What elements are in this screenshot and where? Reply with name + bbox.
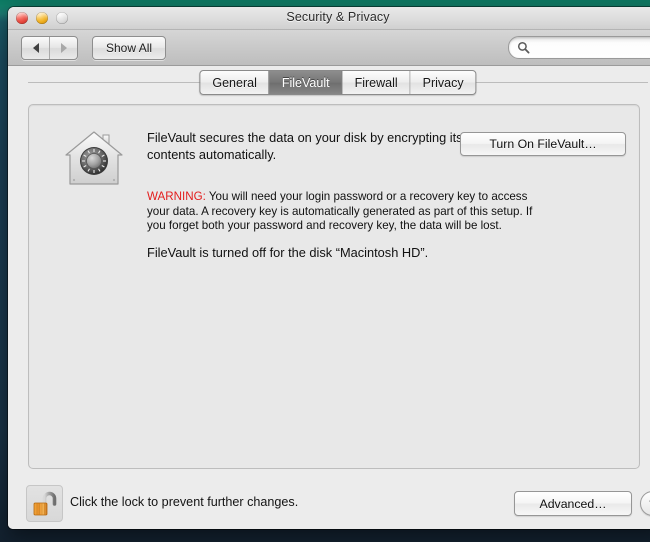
- system-preferences-window: Security & Privacy Show All General File…: [8, 7, 650, 529]
- tab-general-label: General: [212, 75, 257, 90]
- preferences-bottom-bar: Click the lock to prevent further change…: [8, 473, 650, 529]
- turn-on-filevault-button[interactable]: Turn On FileVault…: [460, 132, 626, 156]
- search-icon: [517, 41, 530, 54]
- turn-on-filevault-label: Turn On FileVault…: [489, 137, 597, 151]
- forward-arrow-icon: [60, 43, 67, 53]
- filevault-warning: WARNING: You will need your login passwo…: [147, 190, 547, 234]
- filevault-status: FileVault is turned off for the disk “Ma…: [147, 245, 429, 260]
- tab-filevault-label: FileVault: [281, 75, 330, 90]
- advanced-button[interactable]: Advanced…: [514, 491, 632, 516]
- search-field[interactable]: [508, 36, 650, 59]
- tab-general[interactable]: General: [200, 71, 268, 94]
- navigation-button-group: [21, 36, 78, 60]
- advanced-button-label: Advanced…: [539, 496, 607, 511]
- tab-firewall-label: Firewall: [354, 75, 398, 90]
- forward-button[interactable]: [49, 37, 77, 59]
- lock-button[interactable]: [26, 485, 63, 522]
- unlocked-padlock-icon: [33, 491, 56, 515]
- tab-filevault[interactable]: FileVault: [268, 71, 342, 94]
- tab-bar: General FileVault Firewall Privacy: [8, 66, 650, 99]
- filevault-description: FileVault secures the data on your disk …: [147, 130, 463, 162]
- back-button[interactable]: [22, 37, 49, 59]
- show-all-label: Show All: [106, 41, 153, 55]
- tab-group: General FileVault Firewall Privacy: [199, 70, 477, 95]
- filevault-content-panel: FileVault secures the data on your disk …: [28, 104, 640, 469]
- lock-caption: Click the lock to prevent further change…: [70, 495, 299, 509]
- warning-flag-label: WARNING:: [147, 190, 206, 203]
- preferences-toolbar: Show All: [8, 30, 650, 66]
- window-title: Security & Privacy: [286, 10, 390, 24]
- window-titlebar[interactable]: Security & Privacy: [8, 7, 650, 30]
- help-button[interactable]: ?: [640, 491, 650, 516]
- tab-privacy-label: Privacy: [422, 75, 464, 90]
- search-input[interactable]: [534, 40, 650, 55]
- tab-firewall[interactable]: Firewall: [341, 71, 410, 94]
- filevault-house-safe-icon: [65, 131, 123, 185]
- show-all-button[interactable]: Show All: [92, 36, 167, 60]
- back-arrow-icon: [32, 43, 39, 53]
- tab-privacy[interactable]: Privacy: [409, 71, 476, 94]
